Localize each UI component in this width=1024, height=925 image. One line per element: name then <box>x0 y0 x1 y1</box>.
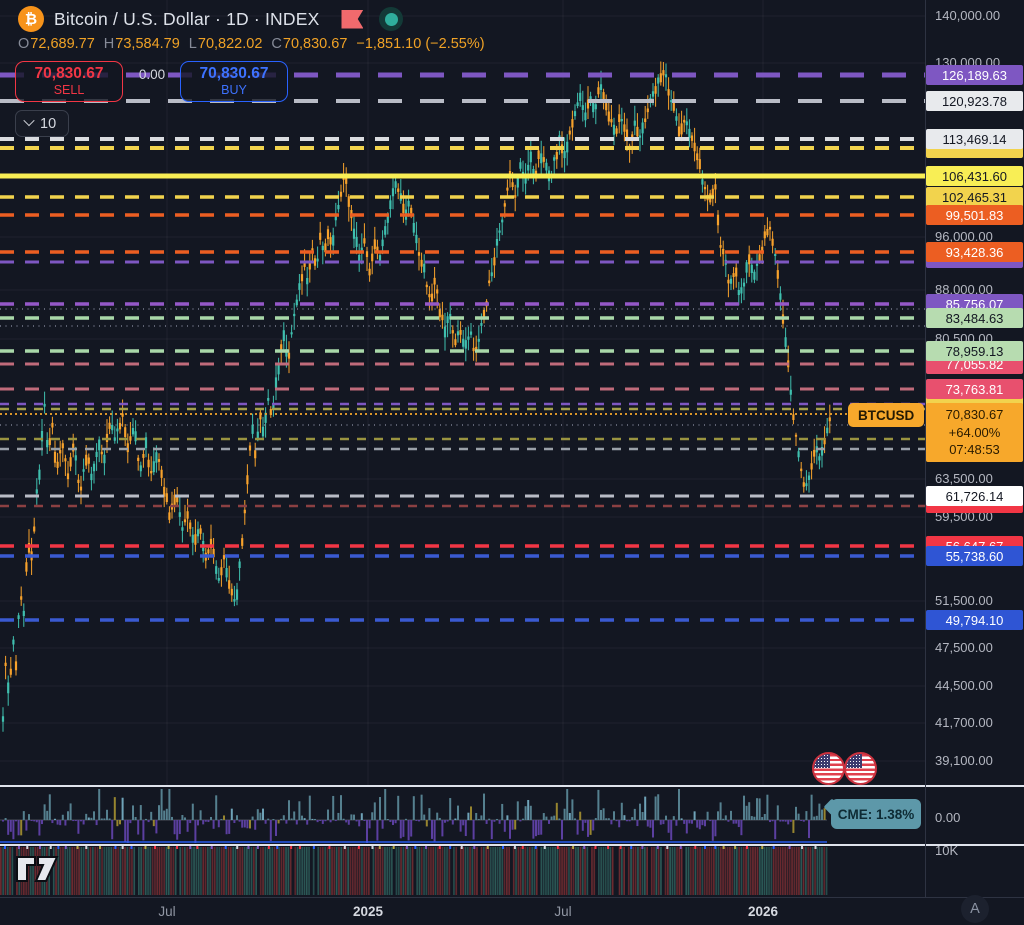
cme-gap-text: CME: 1.38% <box>838 807 915 822</box>
ohlc-legend: O72,689.77 H73,584.79 L70,822.02 C70,830… <box>18 36 485 52</box>
axis-label: 0.00 <box>935 810 960 825</box>
change-value: −1,851.10 (−2.55%) <box>356 36 484 52</box>
sell-label: SELL <box>54 83 85 97</box>
axis-label: 39,100.00 <box>935 753 993 768</box>
price-level-badge: 61,726.14 <box>926 486 1023 506</box>
symbol-price-tag[interactable]: BTCUSD <box>848 403 924 427</box>
axis-label: 51,500.00 <box>935 593 993 608</box>
sell-price: 70,830.67 <box>35 65 104 83</box>
status-dot-icon[interactable] <box>379 7 403 31</box>
time-axis-label: Jul <box>554 904 571 919</box>
time-axis-label: Jul <box>158 904 175 919</box>
open-value: 72,689.77 <box>30 36 95 52</box>
high-label: H <box>104 36 114 52</box>
axis-label: 10K <box>935 843 958 858</box>
bar-replay-pane[interactable] <box>0 846 925 896</box>
axis-label: 41,700.00 <box>935 715 993 730</box>
close-value: 70,830.67 <box>283 36 348 52</box>
adjust-button[interactable]: A <box>961 895 989 923</box>
price-level-badge: 120,923.78 <box>926 91 1023 111</box>
buy-button[interactable]: 70,830.67 BUY <box>180 61 288 102</box>
candlestick-series <box>2 62 831 732</box>
axis-label: 63,500.00 <box>935 471 993 486</box>
symbol-title[interactable]: Bitcoin / U.S. Dollar · 1D · INDEX <box>54 9 319 30</box>
time-axis-label: 2026 <box>748 904 778 919</box>
low-value: 70,822.02 <box>198 36 263 52</box>
price-level-badge: 49,794.10 <box>926 610 1023 630</box>
chevron-down-icon <box>23 114 34 125</box>
price-level-badge: 126,189.63 <box>926 65 1023 85</box>
flag-icon[interactable] <box>341 10 363 29</box>
volume-pane[interactable] <box>0 787 925 845</box>
price-level-badge: 55,738.60 <box>926 546 1023 566</box>
price-level-badge: 99,501.83 <box>926 205 1023 225</box>
pane-separator[interactable] <box>0 785 1024 787</box>
us-flag-icon[interactable] <box>812 752 845 785</box>
price-axis[interactable]: 140,000.00130,000.0096,000.0088,000.0080… <box>926 0 1024 925</box>
pane-separator[interactable] <box>0 844 1024 846</box>
price-level-badge: 102,465.31 <box>926 187 1023 207</box>
price-level-badge: 73,763.81 <box>926 379 1023 399</box>
current-price-badge: 70,830.67+64.00%07:48:53 <box>926 403 1023 462</box>
price-level-badge: 93,428.36 <box>926 242 1023 262</box>
tradingview-logo-icon[interactable] <box>14 851 60 885</box>
interval-selector[interactable]: 10 <box>15 110 69 137</box>
symbol-tag-text: BTCUSD <box>858 408 914 423</box>
trading-chart-window: 140,000.00130,000.0096,000.0088,000.0080… <box>0 0 1024 925</box>
interval-value: 10 <box>40 116 56 132</box>
us-flag-icon[interactable] <box>844 752 877 785</box>
sell-button[interactable]: 70,830.67 SELL <box>15 61 123 102</box>
price-chart-pane[interactable] <box>0 0 925 786</box>
bitcoin-logo-icon: ₿ <box>18 6 44 32</box>
axis-label: 44,500.00 <box>935 678 993 693</box>
price-level-badge: 106,431.60 <box>926 166 1023 186</box>
cme-gap-tooltip: CME: 1.38% <box>831 799 921 829</box>
axis-label: 47,500.00 <box>935 640 993 655</box>
axis-label: 140,000.00 <box>935 8 1000 23</box>
high-value: 73,584.79 <box>115 36 180 52</box>
price-level-badge: 83,484.63 <box>926 308 1023 328</box>
spread-value: 0.00 <box>126 67 178 82</box>
buy-label: BUY <box>221 83 247 97</box>
time-axis[interactable]: Jul 2025 Jul 2026 <box>0 897 1024 925</box>
open-label: O <box>18 36 29 52</box>
close-label: C <box>271 36 281 52</box>
adjust-button-label: A <box>970 901 980 917</box>
low-label: L <box>189 36 197 52</box>
buy-price: 70,830.67 <box>200 65 269 83</box>
price-level-badge: 78,959.13 <box>926 341 1023 361</box>
time-axis-label: 2025 <box>353 904 383 919</box>
price-level-badge: 113,469.14 <box>926 129 1023 149</box>
